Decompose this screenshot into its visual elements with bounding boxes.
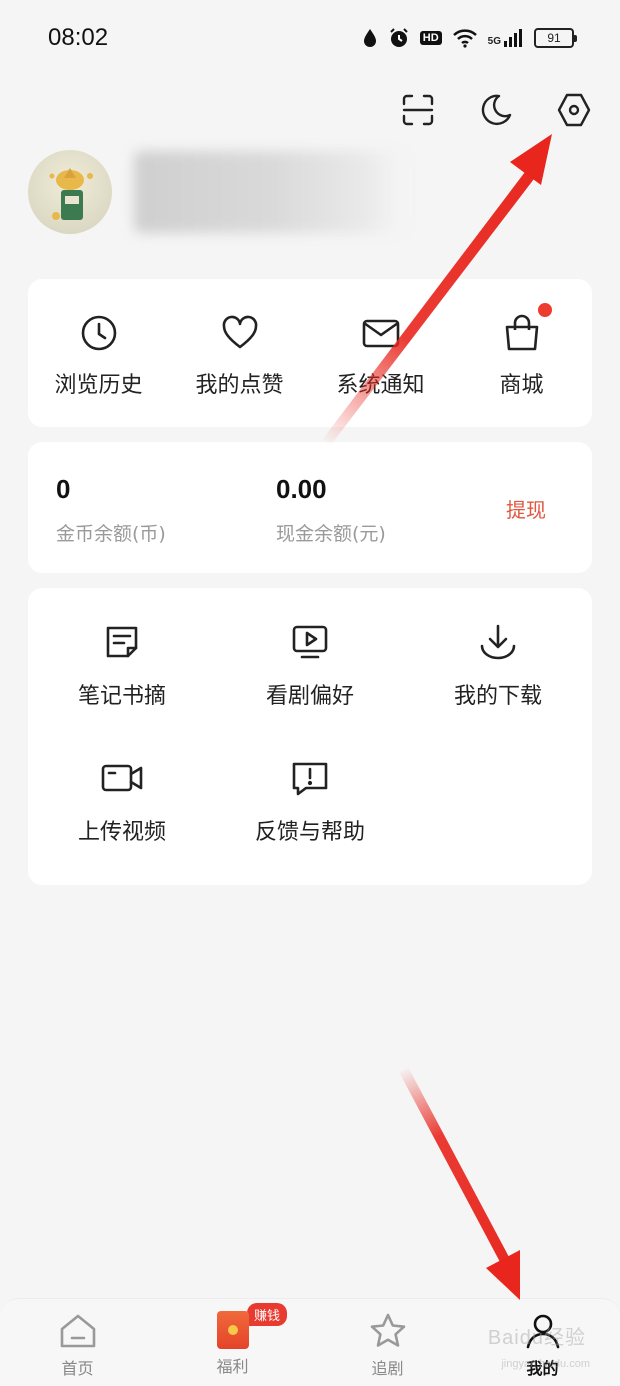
settings-button[interactable]: [556, 90, 592, 130]
quick-item-label: 系统通知: [336, 373, 425, 398]
tool-label: 我的下载: [453, 684, 542, 709]
star-icon: [370, 1313, 405, 1347]
earn-badge: 赚钱: [247, 1303, 288, 1326]
status-time: 08:02: [48, 24, 109, 51]
nav-label: 福利: [216, 1357, 249, 1376]
cash-balance-label: 现金余额(元): [276, 523, 386, 545]
nav-home[interactable]: 首页: [0, 1299, 155, 1386]
avatar[interactable]: [28, 150, 112, 234]
avatar-image-icon: [49, 168, 93, 220]
quick-item-label: 浏览历史: [54, 373, 143, 398]
arrow-to-mine: [399, 1067, 520, 1300]
tools-card: 笔记书摘 看剧偏好 我的下载 上传视频 反馈与帮助: [28, 588, 592, 885]
tool-upload-video[interactable]: 上传视频: [28, 758, 216, 846]
alarm-icon: [390, 28, 408, 47]
cash-balance[interactable]: 0.00 现金余额(元): [276, 474, 386, 546]
withdraw-button[interactable]: 提现: [506, 494, 546, 523]
water-drop-icon: [363, 29, 376, 47]
nav-label: 首页: [61, 1359, 94, 1378]
wifi-icon: [452, 29, 477, 48]
watermark-sub: jingyan.baidu.com: [501, 1358, 590, 1370]
tool-preferences[interactable]: 看剧偏好: [216, 622, 404, 710]
scan-icon: [402, 94, 434, 126]
feedback-icon: [292, 762, 328, 796]
tool-notes[interactable]: 笔记书摘: [28, 622, 216, 710]
nav-label: 追剧: [371, 1359, 404, 1378]
nav-following[interactable]: 追剧: [310, 1299, 465, 1386]
tool-label: 反馈与帮助: [254, 820, 365, 845]
header-actions: [400, 90, 592, 130]
coin-balance-label: 金币余额(币): [56, 523, 166, 545]
coin-balance-value: 0: [56, 474, 71, 504]
battery-level: 91: [547, 31, 561, 45]
nav-welfare[interactable]: 赚钱 福利: [155, 1299, 310, 1386]
quick-item-label: 商城: [499, 373, 544, 398]
quick-actions-card: 浏览历史 我的点赞 系统通知 商城: [28, 279, 592, 427]
download-icon: [480, 624, 516, 660]
home-icon: [60, 1314, 95, 1348]
signal-indicator: 5G: [488, 29, 524, 47]
mail-icon: [362, 319, 399, 348]
watermark: Baidu经验: [487, 1327, 586, 1349]
play-screen-icon: [292, 625, 328, 659]
shopping-bag-icon: [505, 314, 538, 351]
tool-label: 上传视频: [77, 820, 166, 845]
quick-item-history[interactable]: 浏览历史: [28, 279, 169, 427]
tool-downloads[interactable]: 我的下载: [404, 622, 592, 710]
tool-feedback[interactable]: 反馈与帮助: [216, 758, 404, 846]
moon-icon: [481, 94, 512, 126]
video-camera-icon: [101, 764, 143, 792]
scan-button[interactable]: [400, 90, 436, 130]
quick-item-mall[interactable]: 商城: [451, 279, 592, 427]
settings-icon: [557, 93, 591, 127]
tool-label: 看剧偏好: [265, 684, 354, 709]
wallet-card: 0 金币余额(币) 0.00 现金余额(元) 提现: [28, 442, 592, 573]
heart-icon: [222, 315, 257, 349]
hd-badge: HD: [419, 31, 442, 45]
username-blurred: [134, 151, 404, 233]
notification-dot: [538, 303, 552, 317]
quick-item-notifications[interactable]: 系统通知: [310, 279, 451, 427]
signal-icon: [504, 29, 522, 47]
quick-item-label: 我的点赞: [195, 373, 284, 398]
battery-indicator: 91: [534, 28, 577, 48]
status-bar: 08:02 HD 5G 91: [0, 0, 620, 76]
tool-label: 笔记书摘: [77, 684, 166, 709]
night-mode-button[interactable]: [478, 90, 514, 130]
clock-icon: [81, 315, 116, 351]
coin-balance[interactable]: 0 金币余额(币): [56, 474, 166, 546]
cash-balance-value: 0.00: [276, 474, 327, 504]
status-icons: HD 5G 91: [362, 27, 577, 49]
network-label: 5G: [487, 36, 501, 47]
profile-header: [28, 150, 404, 234]
quick-item-likes[interactable]: 我的点赞: [169, 279, 310, 427]
red-packet-icon: [216, 1311, 249, 1349]
note-icon: [106, 626, 138, 658]
